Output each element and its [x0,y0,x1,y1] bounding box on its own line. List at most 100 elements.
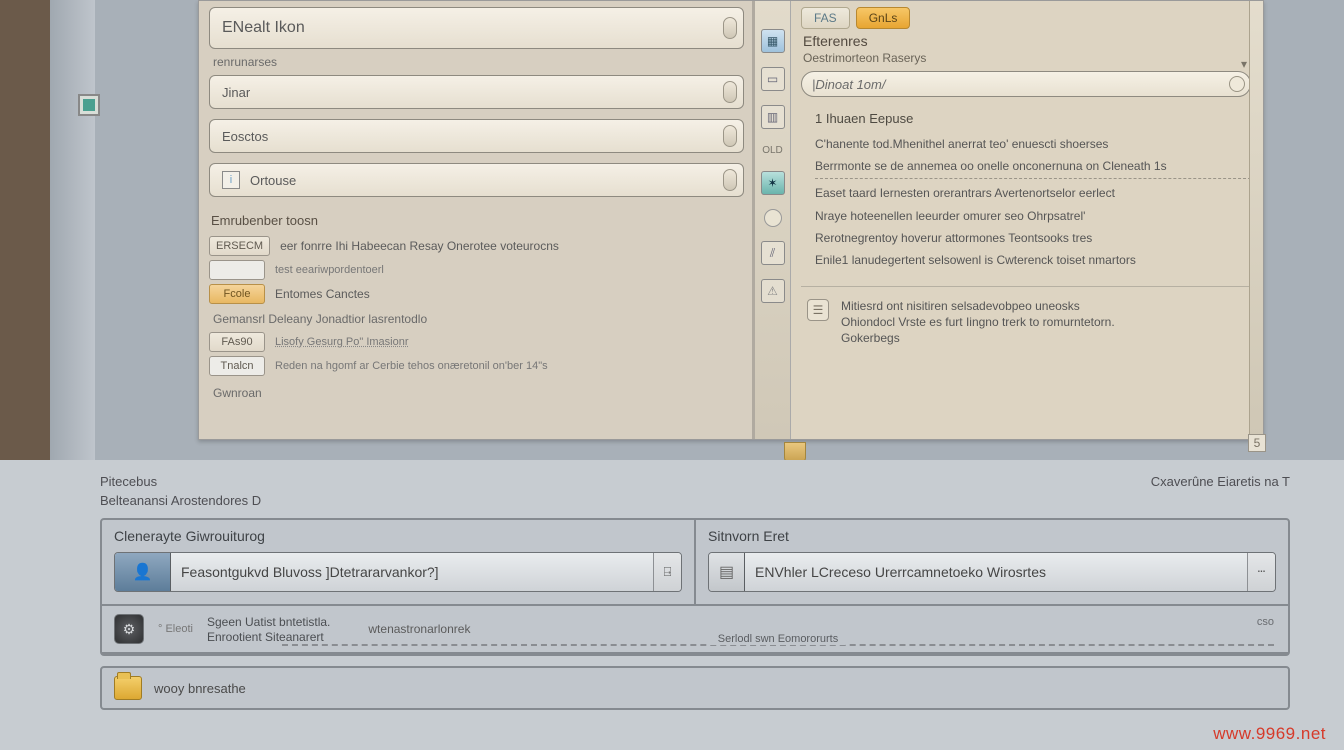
search-input[interactable]: |Dinoat 1om/ [801,71,1251,97]
body-line: Berrmonte se de annemea oo onelle oncone… [815,158,1251,179]
dash-label: Serlodl swn Eomororurts [710,633,846,645]
tab-fas[interactable]: FAS [801,7,850,29]
row-text: Reden na hgomf ar Cerbie tehos onæretoni… [275,360,548,372]
detail-pane: ▦ ▭ ▥ OLD ✶ ⫽ ⚠ FAS GnLs Efterenres Oest… [755,1,1263,439]
combo-text: ENVhler LCreceso Urerrcamnetoeko Wirosrt… [745,564,1247,580]
field-4-text: Ortouse [250,173,296,188]
note-line: Ohiondocl Vrste es furt Iingno trerk to … [841,315,1115,329]
row2-small: ° Eleoti [158,623,193,635]
note-icon: ☰ [807,299,829,321]
left-rail [0,0,95,460]
toolbar-box-icon[interactable]: ▭ [761,67,785,91]
field-endcap-icon[interactable] [723,17,737,39]
toolbar-chart-icon[interactable]: ⫽ [761,241,785,265]
meta-right: Cxaverûne Eiaretis na T [1151,474,1290,489]
corner-square[interactable]: 5 [1248,434,1266,452]
combo-text: Feasontgukvd Bluvoss ]Dtetrararvankor?] [171,564,653,580]
collapse-chevron-icon[interactable]: ▾ [1241,57,1247,71]
folder-icon [114,676,142,700]
row2-number: cso [1257,616,1274,628]
title-sublabel: renrunarses [213,55,744,69]
body-line: Enile1 lanudegertent selsowenl is Cwtere… [815,252,1251,268]
chip-button[interactable]: Fcole [209,284,265,304]
combo-end-icon[interactable]: ⍈ [653,553,681,591]
body-line: Easet taard Iernesten orerantrars Averte… [815,185,1251,201]
toolbar-dot-icon[interactable] [764,209,782,227]
row-item: ERSECM eer fonrre Ihi Habeecan Resay One… [209,236,744,256]
row2-line: Sgeen Uatist bntetistla. [207,615,330,629]
body-line: Nraye hoteenellen leeurder omurer seo Oh… [815,208,1251,224]
lower-panel: Pitecebus Cxaverûne Eiaretis na T Beltea… [0,460,1344,750]
field-3[interactable]: Eosctos [209,119,744,153]
toolbar-picture-icon[interactable]: ▦ [761,29,785,53]
note-box: ☰ Mitiesrd ont nisitiren selsadevobpeo u… [801,286,1251,351]
row-item: test eeariwpordentoerl [209,260,744,280]
card-row: ⚙ ° Eleoti Sgeen Uatist bntetistla. Enro… [102,606,1288,654]
vertical-toolbar: ▦ ▭ ▥ OLD ✶ ⫽ ⚠ [755,1,791,439]
document-icon: ▤ [709,553,745,591]
dashed-divider: Serlodl swn Eomororurts [282,644,1274,646]
column-1: Clenerayte Giwrouiturog 👤 Feasontgukvd B… [102,520,694,604]
scrollbar[interactable] [1249,1,1263,439]
card-columns: Clenerayte Giwrouiturog 👤 Feasontgukvd B… [102,520,1288,606]
flag-tab-icon[interactable] [784,442,806,462]
row2-stack: Sgeen Uatist bntetistla. Enrootient Site… [207,615,330,644]
chip-button[interactable]: FAs90 [209,332,265,352]
row-item: FAs90 Lisofy Gesurg Po" Imasionr [209,332,744,352]
field-3-text: Eosctos [222,129,268,144]
subsection-label: Gemansrl Deleany Jonadtior lasrentodlo [213,312,744,326]
pane-footer-label: Gwnroan [213,386,744,400]
watermark: www.9969.net [1213,724,1326,744]
combo-selector-2[interactable]: ▤ ENVhler LCreceso Urerrcamnetoeko Wiros… [708,552,1276,592]
detail-body: 1 Ihuaen Eepuse C'hanente tod.Mhenithel … [801,111,1251,268]
section-header: Emrubenber toosn [211,213,744,228]
body-line: Rerotnegrentoy hoverur attormones Teonts… [815,230,1251,246]
lower-card-1: Clenerayte Giwrouiturog 👤 Feasontgukvd B… [100,518,1290,656]
toolbar-page-icon[interactable]: ▥ [761,105,785,129]
toolbar-link-icon[interactable]: ✶ [761,171,785,195]
row-link[interactable]: Lisofy Gesurg Po" Imasionr [275,336,409,348]
toolbar-label: OLD [761,143,785,157]
column-2: Sitnvorn Eret ▤ ENVhler LCreceso Urerrca… [694,520,1288,604]
info-icon: i [222,171,240,189]
row2-line: Enrootient Siteanarert [207,630,330,644]
row2-extra: wtenastronarlonrek [368,622,470,636]
column-title: Sitnvorn Eret [708,528,1276,544]
chip-button[interactable]: ERSECM [209,236,270,256]
chip-button[interactable] [209,260,265,280]
field-endcap-icon[interactable] [723,125,737,147]
row-text: test eeariwpordentoerl [275,264,384,276]
field-2-text: Jinar [222,85,250,100]
row-item: Fcole Entomes Canctes [209,284,744,304]
body-title: 1 Ihuaen Eepuse [815,111,1251,126]
title-field[interactable]: ENealt Ikon [209,7,744,49]
search-icon[interactable] [1229,76,1245,92]
title-field-text: ENealt Ikon [222,19,305,37]
column-title: Clenerayte Giwrouiturog [114,528,682,544]
note-line: Gokerbegs [841,331,1115,345]
card2-text: wooy bnresathe [154,681,246,696]
tab-gnls[interactable]: GnLs [856,7,911,29]
toolbar-warning-icon[interactable]: ⚠ [761,279,785,303]
detail-subtitle: Oestrimorteon Raserys [803,51,1251,65]
lower-meta-row: Pitecebus Cxaverûne Eiaretis na T [100,474,1290,489]
field-endcap-icon[interactable] [723,81,737,103]
meta-left: Pitecebus [100,474,157,489]
row-item: Tnalcn Reden na hgomf ar Cerbie tehos on… [209,356,744,376]
chip-button[interactable]: Tnalcn [209,356,265,376]
person-icon: 👤 [115,553,171,591]
upper-window: ENealt Ikon renrunarses Jinar Eosctos i … [198,0,1264,440]
field-endcap-icon[interactable] [723,169,737,191]
combo-selector-1[interactable]: 👤 Feasontgukvd Bluvoss ]Dtetrararvankor?… [114,552,682,592]
detail-main: FAS GnLs Efterenres Oestrimorteon Rasery… [791,1,1263,439]
gear-icon[interactable]: ⚙ [114,614,144,644]
meta-sub: Belteanansi Arostendores D [100,493,1290,508]
lower-card-2[interactable]: wooy bnresathe [100,666,1290,710]
field-2[interactable]: Jinar [209,75,744,109]
search-placeholder: |Dinoat 1om/ [812,77,885,92]
rail-app-icon[interactable] [78,94,100,116]
row-text: Entomes Canctes [275,287,370,301]
field-4[interactable]: i Ortouse [209,163,744,197]
row-text: eer fonrre Ihi Habeecan Resay Onerotee v… [280,239,559,253]
combo-end-icon[interactable]: ⵈ [1247,553,1275,591]
